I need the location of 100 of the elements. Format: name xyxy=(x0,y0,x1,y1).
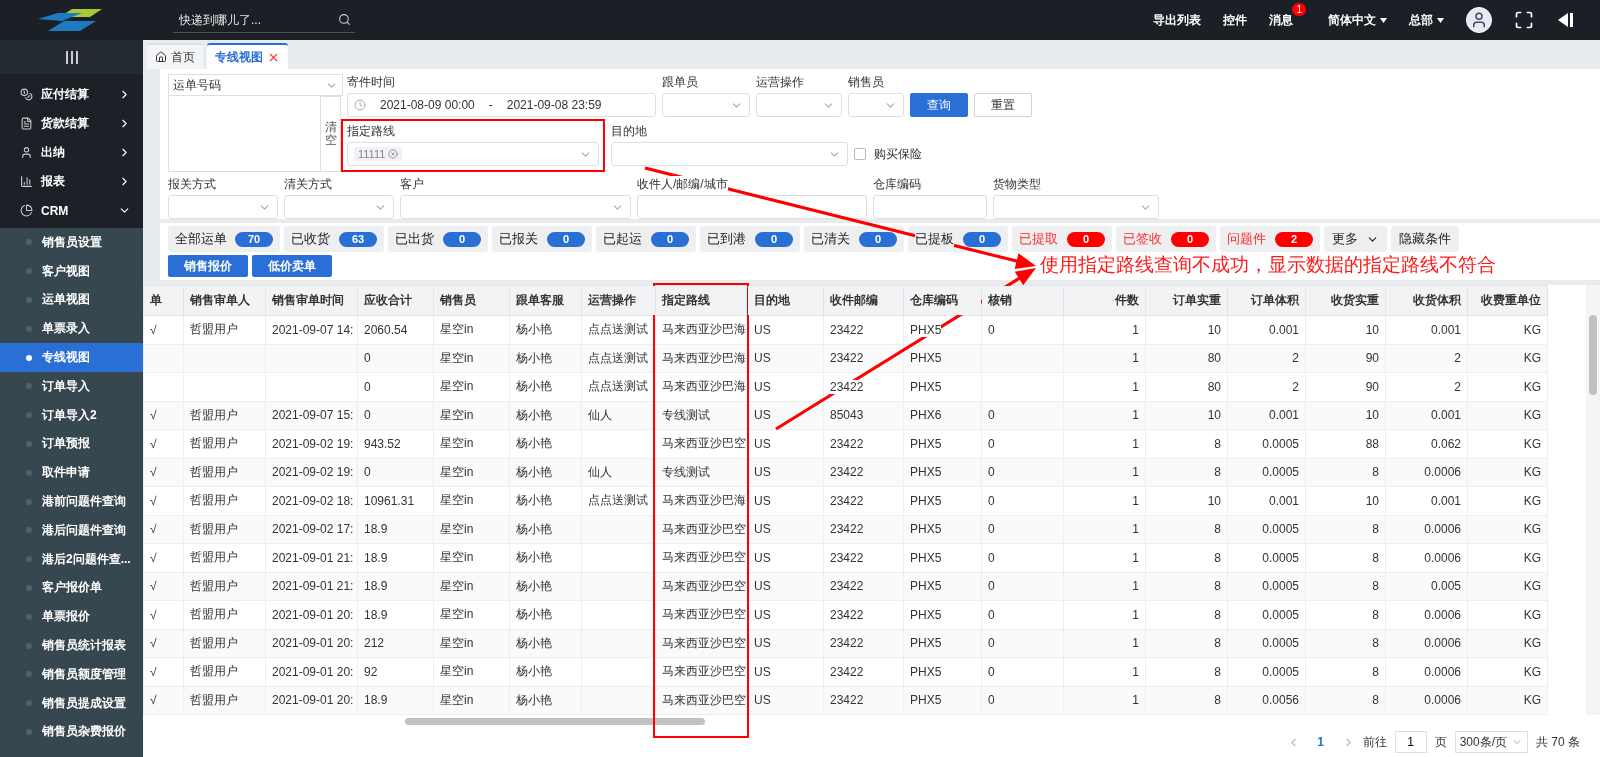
search-button[interactable]: 查询 xyxy=(910,93,968,117)
table-cell: 杨小艳 xyxy=(509,315,582,344)
status-tab[interactable]: 已报关 0 xyxy=(492,226,592,252)
status-tab[interactable]: 已到港 0 xyxy=(700,226,800,252)
table-cell: 0.062 xyxy=(1385,429,1468,458)
select-field[interactable] xyxy=(756,93,842,117)
table-cell: 8 xyxy=(1305,543,1386,572)
table-cell: √ xyxy=(143,486,184,515)
sidebar-item[interactable]: 单票报价 xyxy=(0,602,143,632)
table-cell: 0 xyxy=(357,458,434,487)
column-header: 运营操作 xyxy=(581,285,656,316)
search-field[interactable]: 快递到哪儿了... xyxy=(177,11,338,28)
page-input[interactable]: 1 xyxy=(1394,731,1427,753)
status-tab[interactable]: 已清关 0 xyxy=(804,226,904,252)
action-button[interactable]: 低价卖单 xyxy=(252,255,332,277)
vertical-scrollbar[interactable] xyxy=(1586,285,1600,715)
sidebar-group[interactable]: 应付结算 xyxy=(0,80,143,109)
sidebar-item[interactable]: 销售员提成设置 xyxy=(0,688,143,718)
page-button[interactable]: 1 xyxy=(1307,734,1334,750)
date-range-field[interactable]: 2021-08-09 00:00 - 2021-09-08 23:59 xyxy=(347,93,656,117)
collapse-icon[interactable] xyxy=(1556,11,1574,29)
avatar-icon[interactable] xyxy=(1466,7,1492,33)
sidebar-group[interactable]: CRM xyxy=(0,196,143,225)
sidebar-item[interactable]: 订单导入 xyxy=(0,372,143,401)
remove-icon[interactable] xyxy=(388,149,399,159)
sidebar-item[interactable]: 销售员设置 xyxy=(0,228,143,257)
select-field[interactable] xyxy=(168,195,278,219)
sidebar-item[interactable]: 订单预报 xyxy=(0,429,143,459)
table-cell: KG xyxy=(1467,344,1548,373)
table-cell: 2021-09-02 19: xyxy=(265,458,358,487)
select-field[interactable] xyxy=(284,195,394,219)
table-cell: 哲盟用户 xyxy=(183,572,266,601)
input-field[interactable] xyxy=(637,195,867,219)
sidebar-item[interactable]: 单票录入 xyxy=(0,314,143,344)
dropdown-menu[interactable]: 总部 xyxy=(1409,11,1444,29)
sidebar-item[interactable]: 运单视图 xyxy=(0,285,143,315)
sidebar-item[interactable]: 客户视图 xyxy=(0,256,143,286)
clear-button[interactable]: 清空 xyxy=(321,96,341,172)
sidebar-item[interactable]: 销售员统计报表 xyxy=(0,631,143,660)
table-cell: 80 xyxy=(1145,344,1228,373)
status-tab[interactable]: 已出货 0 xyxy=(388,226,488,252)
table-cell: 0.0006 xyxy=(1385,657,1468,686)
select-field[interactable] xyxy=(662,93,750,117)
select-field[interactable] xyxy=(400,195,631,219)
messages-link[interactable]: 消息 xyxy=(1269,11,1294,29)
hide-button[interactable]: 隐藏条件 xyxy=(1391,226,1459,252)
tab[interactable]: 首页 xyxy=(147,43,203,69)
input-field[interactable] xyxy=(873,195,987,219)
status-tab[interactable]: 全部运单 70 xyxy=(168,226,280,252)
reset-button[interactable]: 重置 xyxy=(974,93,1032,117)
table-cell: 8 xyxy=(1145,429,1228,458)
table-cell: PHX5 xyxy=(903,600,982,629)
status-tab[interactable]: 已起运 0 xyxy=(596,226,696,252)
page-size-select[interactable]: 300条/页 xyxy=(1454,731,1528,753)
count-badge: 63 xyxy=(339,231,377,247)
sidebar-group[interactable]: 报表 xyxy=(0,167,143,196)
select-field[interactable] xyxy=(611,142,848,166)
sidebar-group[interactable]: 货款结算 xyxy=(0,109,143,138)
status-tab[interactable]: 已提板 0 xyxy=(908,226,1008,252)
table-cell: 马来西亚沙巴空 xyxy=(655,515,748,544)
sidebar-group[interactable]: 出纳 xyxy=(0,138,143,167)
field-label: 仓库编码 xyxy=(873,176,921,191)
more-button[interactable]: 更多 xyxy=(1324,226,1387,252)
select-field[interactable] xyxy=(993,195,1159,219)
status-tab[interactable]: 已签收 0 xyxy=(1116,226,1216,252)
header-link[interactable]: 控件 xyxy=(1223,11,1248,29)
sidebar-item[interactable]: 港后问题件查询 xyxy=(0,515,143,545)
table-cell: 杨小艳 xyxy=(509,572,582,601)
action-button[interactable]: 销售报价 xyxy=(168,255,248,277)
status-tab[interactable]: 已收货 63 xyxy=(284,226,384,252)
sidebar-item[interactable]: 港前问题件查询 xyxy=(0,487,143,516)
checkbox[interactable] xyxy=(854,148,866,160)
sidebar-item[interactable]: 销售员额度管理 xyxy=(0,659,143,689)
status-tab[interactable]: 已提取 0 xyxy=(1012,226,1112,252)
column-header: 应收合计 xyxy=(357,285,434,316)
menu-icon[interactable] xyxy=(64,50,79,64)
dropdown-menu[interactable]: 简体中文 xyxy=(1328,11,1387,29)
header-link[interactable]: 导出列表 xyxy=(1153,11,1202,29)
table-cell: 0.0005 xyxy=(1227,458,1306,487)
select-field[interactable] xyxy=(848,93,904,117)
sidebar-item[interactable]: 订单导入2 xyxy=(0,400,143,430)
sidebar-item[interactable]: 销售员杂费报价 xyxy=(0,717,143,747)
table-cell: 18.9 xyxy=(357,543,434,572)
table-cell: 杨小艳 xyxy=(509,686,582,715)
tab[interactable]: 专线视图 xyxy=(207,43,288,69)
column-header: 跟单客服 xyxy=(509,285,582,316)
select-field[interactable]: 运单号码 xyxy=(168,74,343,96)
status-tab[interactable]: 问题件 2 xyxy=(1220,226,1320,252)
status-label: 已提取 xyxy=(1019,230,1058,248)
sidebar-item[interactable]: 专线视图 xyxy=(0,343,143,372)
table-cell: 2 xyxy=(1385,344,1468,373)
table-cell: √ xyxy=(143,657,184,686)
table-cell: 点点送测试 xyxy=(581,315,656,344)
fullscreen-icon[interactable] xyxy=(1514,10,1534,30)
sidebar-item[interactable]: 取件申请 xyxy=(0,458,143,488)
count-badge: 0 xyxy=(859,231,897,247)
search-icon[interactable] xyxy=(338,13,351,26)
text-area[interactable] xyxy=(168,96,321,172)
sidebar-item[interactable]: 港后2问题件查... xyxy=(0,544,143,574)
sidebar-item[interactable]: 客户报价单 xyxy=(0,573,143,603)
